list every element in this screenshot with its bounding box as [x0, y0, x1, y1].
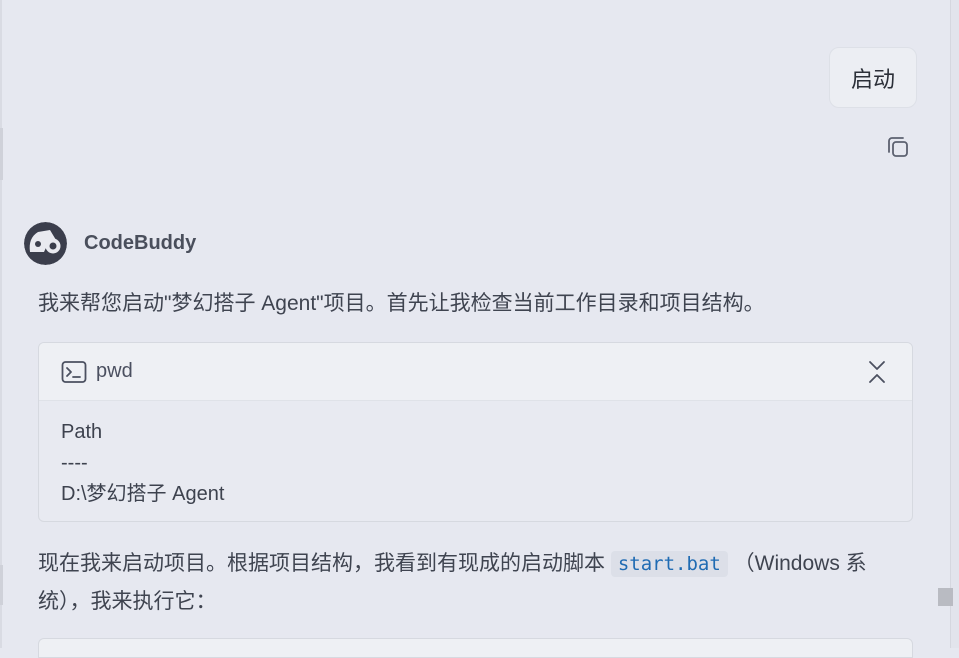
user-message-bubble: 启动 — [829, 47, 917, 108]
copy-button[interactable] — [884, 133, 912, 161]
assistant-intro-text: 我来帮您启动"梦幻搭子 Agent"项目。首先让我检查当前工作目录和项目结构。 — [38, 292, 765, 315]
inline-code: start.bat — [610, 551, 728, 577]
followup-text-before: 现在我来启动项目。根据项目结构，我看到有现成的启动脚本 — [38, 552, 605, 575]
assistant-followup-text: 现在我来启动项目。根据项目结构，我看到有现成的启动脚本 start.bat （W… — [38, 545, 918, 620]
left-panel-marker — [0, 128, 3, 180]
scrollbar-track[interactable] — [950, 0, 959, 648]
avatar-icon — [24, 221, 67, 265]
assistant-header: CodeBuddy — [24, 221, 196, 265]
collapse-icon — [869, 361, 885, 383]
tool-output-line: Path — [61, 421, 103, 443]
tool-output-line: D:\梦幻搭子 Agent — [61, 483, 225, 505]
left-panel-marker — [0, 565, 3, 605]
tool-command: pwd — [96, 360, 133, 382]
tool-output: Path ---- D:\梦幻搭子 Agent — [39, 401, 912, 510]
collapse-button[interactable] — [866, 359, 888, 385]
terminal-icon — [61, 360, 87, 383]
tool-output-line: ---- — [61, 452, 88, 474]
tool-call-header[interactable]: pwd — [39, 343, 912, 401]
copy-icon — [888, 137, 908, 157]
tool-call-card: pwd Path ---- D:\梦幻搭子 Agent — [38, 342, 913, 522]
next-tool-call-card — [38, 638, 913, 658]
scrollbar-thumb[interactable] — [938, 588, 953, 606]
avatar — [24, 221, 67, 265]
assistant-name: CodeBuddy — [84, 231, 197, 254]
left-panel-border — [0, 0, 2, 648]
user-message-text: 启动 — [850, 66, 895, 92]
